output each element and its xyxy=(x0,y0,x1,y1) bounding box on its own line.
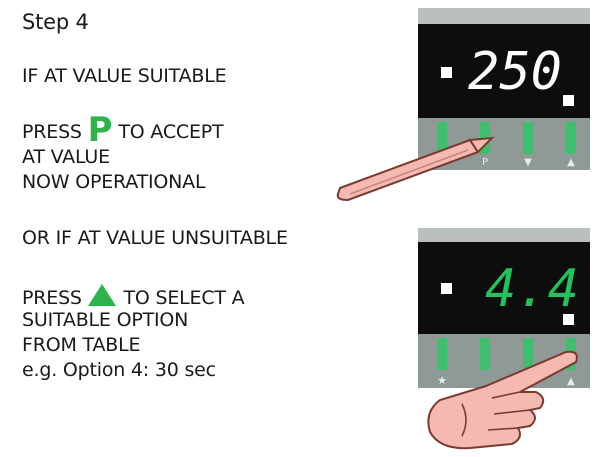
bottom-bezel-strip xyxy=(418,228,590,242)
controller-top: 250 P ▼ ▲ xyxy=(336,8,590,202)
status-indicator-left xyxy=(441,67,452,78)
key-p-bottom[interactable] xyxy=(480,338,490,370)
readout-top: 250 xyxy=(468,42,562,102)
key-label-p: P xyxy=(482,157,488,168)
status-indicator-right xyxy=(563,95,574,106)
top-bezel-strip xyxy=(418,8,590,24)
key-1-bottom[interactable] xyxy=(437,338,447,370)
key-down-bottom[interactable] xyxy=(523,338,533,370)
readout-bottom: 4.4 xyxy=(485,259,579,319)
key-up-top[interactable] xyxy=(566,122,576,154)
key-label-down: ▼ xyxy=(524,157,532,168)
status-indicator-left-2 xyxy=(441,283,452,294)
key-label-up-2: ▲ xyxy=(567,376,575,387)
key-down-top[interactable] xyxy=(523,122,533,154)
key-label-up: ▲ xyxy=(567,157,575,168)
key-label-star: ★ xyxy=(437,374,447,387)
controller-bottom: 4.4 ★ ▲ xyxy=(418,228,590,450)
